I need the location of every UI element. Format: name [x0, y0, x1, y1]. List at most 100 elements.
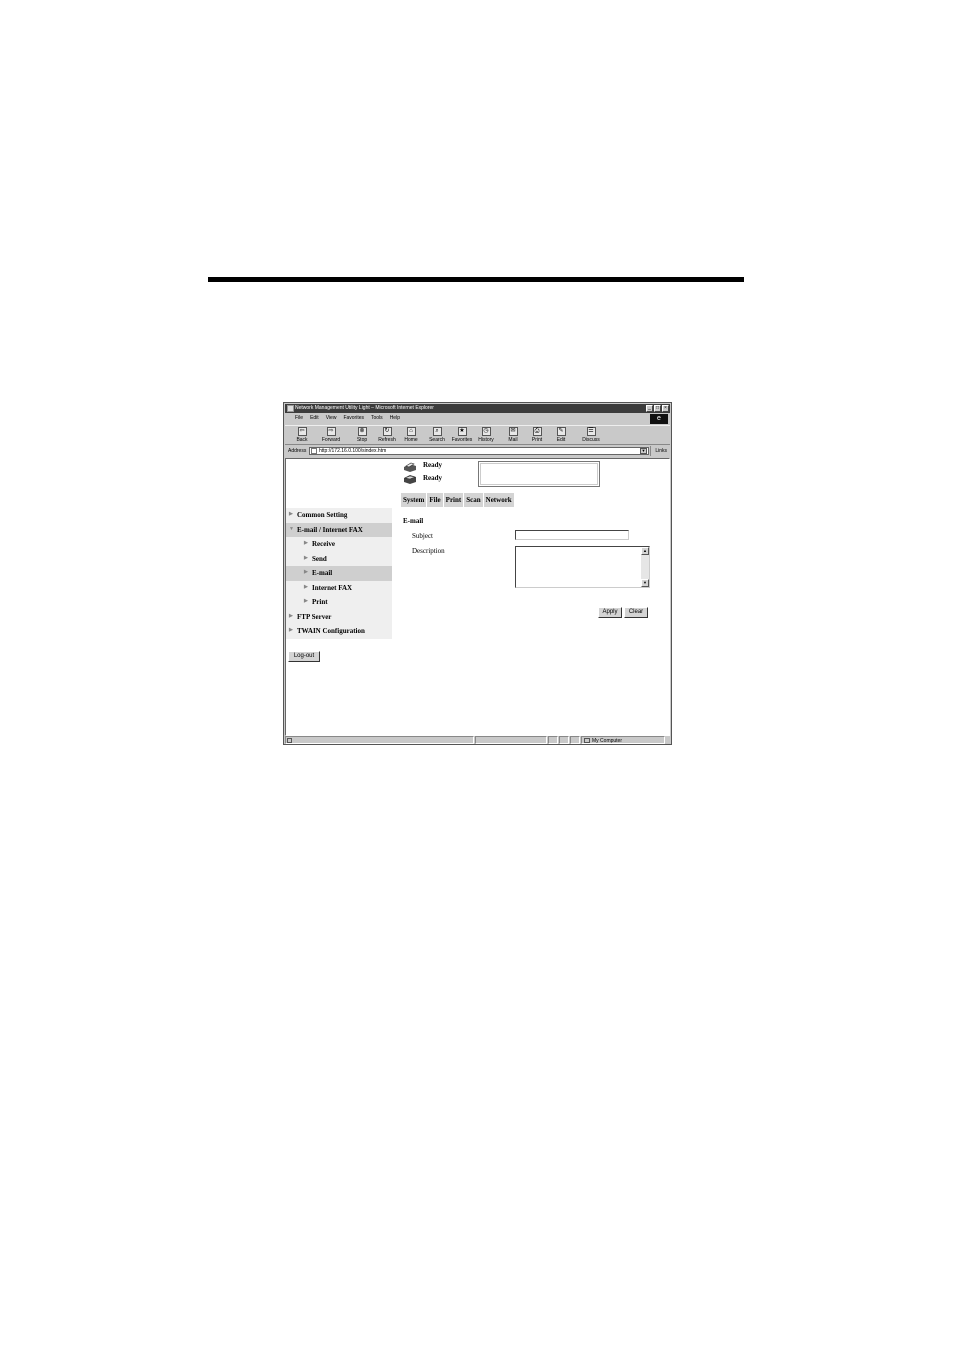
tab-divider — [400, 507, 651, 508]
printer-status: Ready — [423, 461, 443, 469]
status-cell-c — [570, 736, 580, 744]
window-title: Network Management Utility Light – Micro… — [295, 405, 434, 411]
zone-label: My Computer — [592, 738, 623, 744]
printer-icon — [404, 462, 416, 472]
discuss-button[interactable]: ☰ Discuss — [578, 427, 604, 443]
logout-button[interactable]: Log-out — [288, 651, 320, 662]
arrow-right-icon: ▶ — [289, 512, 293, 517]
refresh-button[interactable]: ↻ Refresh — [374, 427, 400, 443]
edit-button[interactable]: ✎ Edit — [548, 427, 574, 443]
description-textarea[interactable]: ▲ ▼ — [515, 546, 650, 588]
scroll-down-icon[interactable]: ▼ — [641, 579, 649, 587]
back-icon: ⇦ — [297, 427, 307, 436]
address-input[interactable]: http://172.16.0.100/sindex.htm — [309, 447, 649, 455]
tab-scan[interactable]: Scan — [464, 493, 484, 507]
menu-favorites[interactable]: Favorites — [343, 414, 364, 423]
menu-help[interactable]: Help — [390, 414, 400, 423]
print-icon: ⎙ — [532, 427, 542, 436]
stop-button[interactable]: ⊗ Stop — [349, 427, 375, 443]
status-cell-progress — [475, 736, 547, 744]
browser-window: Network Management Utility Light – Micro… — [283, 402, 672, 745]
sidebar: ▶ Common Setting ▼ E-mail / Internet FAX ▶… — [286, 508, 392, 639]
arrow-right-icon: ▶ — [304, 541, 308, 546]
menu-file[interactable]: File — [295, 414, 303, 423]
forward-button[interactable]: ⇨ Forward — [318, 427, 344, 443]
sidebar-item-internet-fax[interactable]: ▶ Internet FAX — [286, 580, 392, 595]
discuss-icon: ☰ — [586, 427, 596, 436]
menu-view[interactable]: View — [326, 414, 337, 423]
mail-button[interactable]: ✉ Mail — [500, 427, 526, 443]
history-icon: ◷ — [481, 427, 491, 436]
arrow-right-icon: ▶ — [304, 555, 308, 561]
sidebar-item-email[interactable]: ▶ E-mail — [286, 566, 392, 581]
tab-system[interactable]: System — [401, 493, 428, 507]
status-message-box — [478, 461, 600, 487]
favorites-icon: ★ — [457, 427, 467, 436]
page-status-icon — [287, 738, 292, 743]
forward-icon: ⇨ — [326, 427, 336, 436]
clear-button[interactable]: Clear — [624, 607, 648, 618]
address-bar: Address http://172.16.0.100/sindex.htm ▼… — [285, 446, 670, 456]
apply-button[interactable]: Apply — [598, 607, 622, 618]
sidebar-item-print[interactable]: ▶ Print — [286, 595, 392, 610]
ie-throbber-icon: e — [650, 414, 668, 424]
section-title: E-mail — [403, 517, 424, 525]
description-label: Description — [412, 547, 445, 555]
tab-bar: System File Print Scan Network — [401, 493, 515, 507]
tab-file[interactable]: File — [427, 493, 444, 507]
page-header-rule — [208, 277, 744, 282]
favorites-button[interactable]: ★ Favorites — [449, 427, 475, 443]
title-bar: Network Management Utility Light – Micro… — [285, 404, 670, 413]
back-button[interactable]: ⇦ Back — [289, 427, 315, 443]
search-button[interactable]: ⌕ Search — [424, 427, 450, 443]
address-label: Address — [288, 448, 307, 454]
scroll-up-icon[interactable]: ▲ — [641, 547, 649, 555]
history-button[interactable]: ◷ History — [473, 427, 499, 443]
subject-label: Subject — [412, 532, 433, 540]
computer-icon — [584, 738, 590, 743]
arrow-right-icon: ▶ — [304, 584, 308, 590]
sidebar-item-receive[interactable]: ▶ Receive — [286, 537, 392, 552]
status-cell-b — [559, 736, 569, 744]
mail-icon: ✉ — [508, 427, 518, 436]
ie-page-icon — [287, 405, 294, 412]
form-divider — [400, 597, 651, 598]
sidebar-item-ftp-server[interactable]: ▶ FTP Server — [286, 609, 392, 624]
subject-input[interactable] — [515, 530, 629, 540]
sidebar-item-twain-configuration[interactable]: ▶ TWAIN Configuration — [286, 624, 392, 639]
status-zone: My Computer — [581, 736, 665, 744]
arrow-right-icon: ▶ — [304, 599, 308, 604]
home-icon: ⌂ — [406, 427, 416, 436]
menu-tools[interactable]: Tools — [371, 414, 383, 423]
stop-icon: ⊗ — [357, 427, 367, 436]
address-dropdown-icon[interactable]: ▼ — [640, 448, 647, 454]
menu-edit[interactable]: Edit — [310, 414, 319, 423]
arrow-right-icon: ▶ — [304, 570, 308, 575]
description-scrollbar[interactable]: ▲ ▼ — [641, 547, 649, 587]
window-controls: _ □ × — [646, 405, 669, 412]
sidebar-item-common-setting[interactable]: ▶ Common Setting — [286, 508, 392, 523]
tab-print[interactable]: Print — [444, 493, 465, 507]
close-button[interactable]: × — [662, 405, 669, 412]
arrow-right-icon: ▶ — [289, 613, 293, 619]
search-icon: ⌕ — [432, 427, 442, 436]
menu-bar: File Edit View Favorites Tools Help — [285, 414, 670, 423]
home-button[interactable]: ⌂ Home — [398, 427, 424, 443]
toolbar: ⇦ Back ⇨ Forward ⊗ Stop ↻ Refresh ⌂ Home ⌕ Sea… — [285, 425, 670, 445]
scanner-status: Ready — [423, 474, 443, 482]
scanner-icon — [404, 475, 416, 484]
maximize-button[interactable]: □ — [654, 405, 661, 412]
arrow-right-icon: ▶ — [289, 628, 293, 633]
sidebar-item-send[interactable]: ▶ Send — [286, 551, 392, 566]
edit-icon: ✎ — [556, 427, 566, 436]
sidebar-item-email-internet-fax[interactable]: ▼ E-mail / Internet FAX — [286, 522, 392, 537]
tab-network[interactable]: Network — [484, 493, 515, 507]
print-button[interactable]: ⎙ Print — [524, 427, 550, 443]
address-url: http://172.16.0.100/sindex.htm — [319, 448, 387, 454]
status-bar: My Computer — [285, 736, 670, 744]
status-cell-a — [548, 736, 558, 744]
links-button[interactable]: Links — [650, 446, 667, 456]
minimize-button[interactable]: _ — [646, 405, 653, 412]
refresh-icon: ↻ — [382, 427, 392, 436]
status-cell-main — [285, 736, 474, 744]
